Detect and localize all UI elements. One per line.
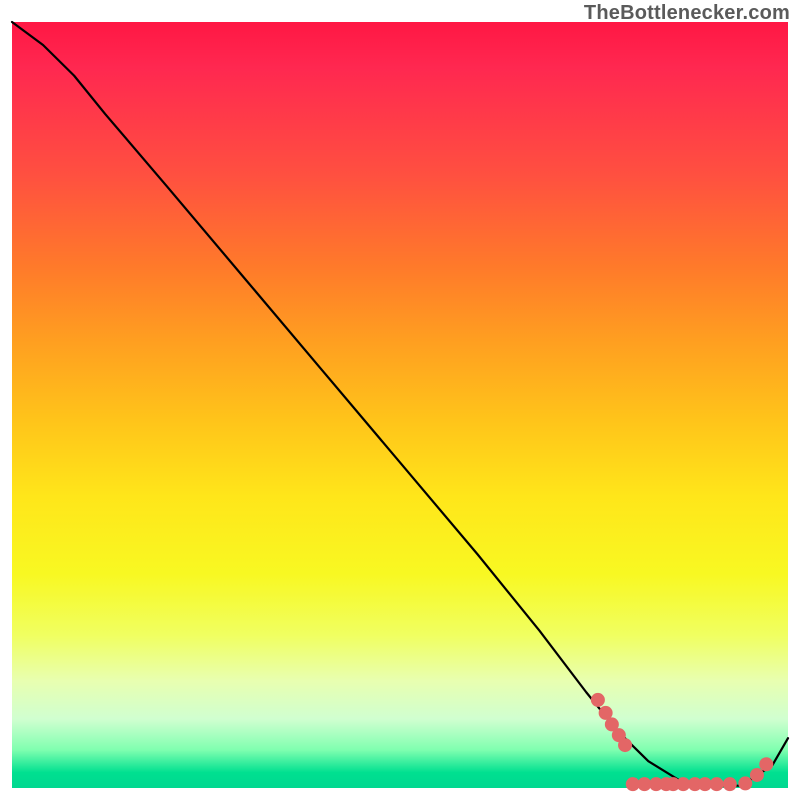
marker-group	[591, 693, 773, 791]
data-marker	[738, 776, 752, 790]
data-marker	[750, 768, 764, 782]
data-marker	[710, 777, 724, 791]
curve-line	[12, 22, 788, 786]
data-marker	[759, 757, 773, 771]
data-marker	[591, 693, 605, 707]
chart-svg	[12, 22, 788, 788]
plot-area	[12, 22, 788, 788]
data-marker	[618, 738, 632, 752]
data-marker	[723, 777, 737, 791]
chart-container: TheBottlenecker.com	[0, 0, 800, 800]
